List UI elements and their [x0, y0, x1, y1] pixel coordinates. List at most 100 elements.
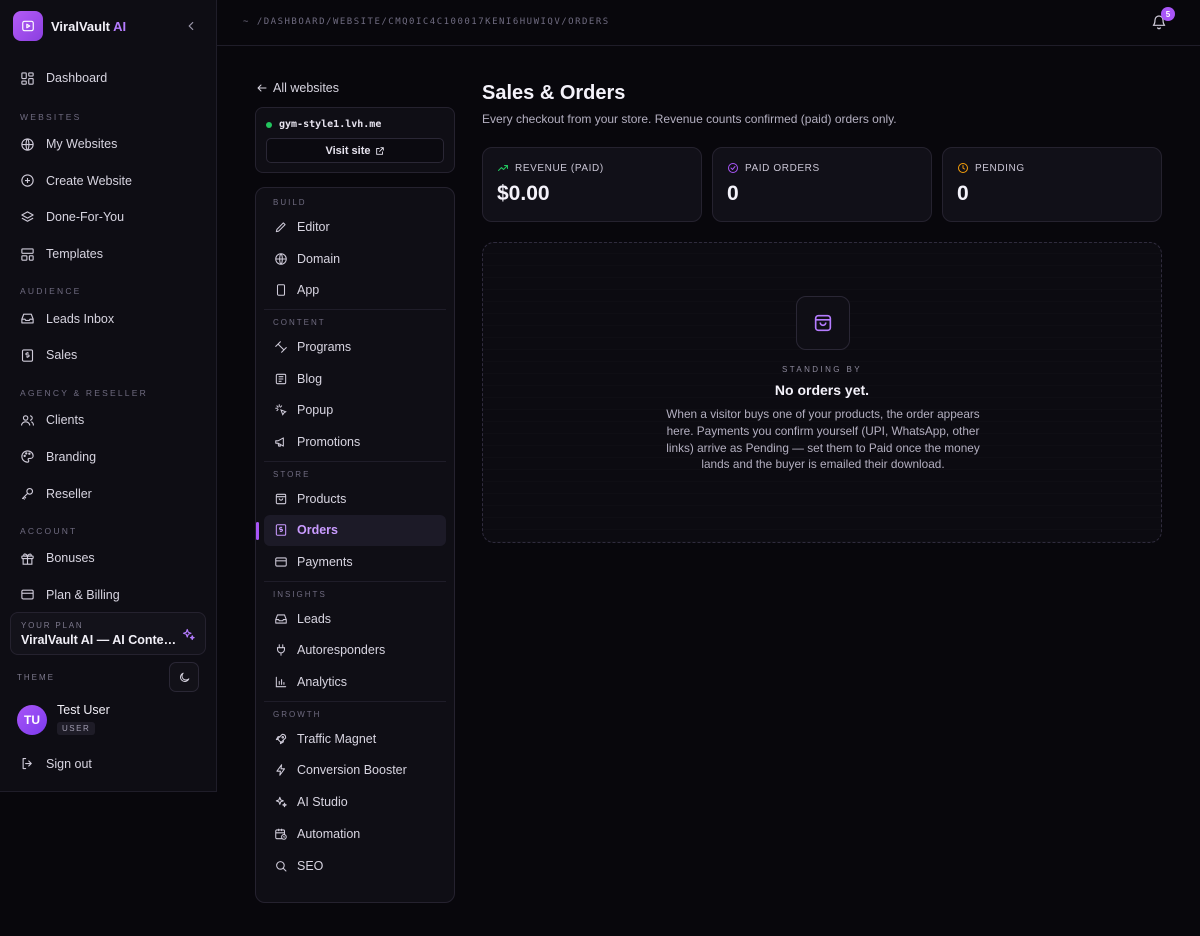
menu-divider	[264, 700, 446, 702]
stat-header: REVENUE (PAID)	[497, 162, 604, 174]
site-card: gym-style1.lvh.me Visit site	[255, 107, 455, 173]
page-subtitle: Every checkout from your store. Revenue …	[482, 112, 897, 126]
menu-item-ai-studio[interactable]: AI Studio	[264, 786, 446, 818]
chevron-left-icon[interactable]	[184, 19, 198, 33]
menu-item-automation[interactable]: Automation	[264, 818, 446, 850]
sidebar-item-reseller[interactable]: Reseller	[0, 475, 216, 512]
menu-item-label: Analytics	[297, 675, 348, 690]
sidebar-item-sales[interactable]: Sales	[0, 337, 216, 374]
sidebar-item-label: My Websites	[46, 137, 118, 152]
sidebar-item-dashboard[interactable]: Dashboard	[0, 60, 216, 97]
palette-icon	[21, 450, 34, 464]
menu-divider	[264, 309, 446, 311]
sign-out-button[interactable]: Sign out	[20, 756, 92, 771]
notification-count-badge: 5	[1161, 7, 1175, 21]
sidebar-item-bonuses[interactable]: Bonuses	[0, 540, 216, 577]
menu-item-products[interactable]: Products	[264, 483, 446, 515]
menu-item-label: Editor	[297, 219, 330, 234]
menu-item-label: Leads	[297, 611, 332, 626]
back-to-websites-link[interactable]: All websites	[256, 81, 339, 95]
sidebar-item-leads-inbox[interactable]: Leads Inbox	[0, 300, 216, 337]
sidebar-item-create-website[interactable]: Create Website	[0, 162, 216, 199]
menu-item-label: Conversion Booster	[297, 763, 407, 778]
menu-item-blog[interactable]: Blog	[264, 363, 446, 395]
layers-icon	[21, 211, 34, 222]
template-icon	[21, 247, 34, 261]
menu-item-label: Automation	[297, 826, 361, 841]
menu-item-editor[interactable]: Editor	[264, 211, 446, 243]
sidebar-item-label: Branding	[46, 449, 97, 464]
menu-item-seo[interactable]: SEO	[264, 850, 446, 882]
menu-section-store: STORE	[273, 469, 311, 479]
menu-item-conversion-booster[interactable]: Conversion Booster	[264, 755, 446, 787]
page-title: Sales & Orders	[482, 82, 626, 104]
sidebar-item-branding[interactable]: Branding	[0, 439, 216, 476]
sparkles-icon	[182, 628, 195, 641]
sidebar-item-label: Sales	[46, 348, 78, 363]
smartphone-icon	[276, 284, 286, 296]
menu-item-label: AI Studio	[297, 795, 348, 810]
visit-site-button[interactable]: Visit site	[266, 138, 444, 163]
rocket-icon	[275, 733, 287, 744]
key-icon	[21, 487, 34, 500]
theme-toggle-button[interactable]	[169, 662, 199, 692]
menu-divider	[264, 460, 446, 462]
menu-item-analytics[interactable]: Analytics	[264, 666, 446, 698]
receipt-dollar-icon	[21, 349, 34, 362]
receipt-dollar-icon	[275, 524, 287, 537]
empty-state-kicker: STANDING BY	[781, 365, 863, 374]
stat-label: PAID ORDERS	[745, 162, 820, 174]
menu-item-label: Products	[297, 491, 347, 506]
menu-item-label: Payments	[297, 555, 353, 570]
sidebar-item-my-websites[interactable]: My Websites	[0, 126, 216, 163]
avatar[interactable]: TU	[17, 705, 47, 735]
menu-item-popup[interactable]: Popup	[264, 394, 446, 426]
sidebar-item-templates[interactable]: Templates	[0, 236, 216, 273]
users-icon	[21, 414, 34, 426]
menu-section-growth: GROWTH	[273, 709, 322, 719]
external-link-icon	[375, 146, 384, 155]
menu-item-label: Autoresponders	[297, 643, 386, 658]
sidebar-item-label: Templates	[46, 247, 103, 262]
menu-item-programs[interactable]: Programs	[264, 331, 446, 363]
plan-name: ViralVault AI — AI Content Suite	[21, 633, 179, 647]
menu-item-label: Traffic Magnet	[297, 731, 377, 746]
sidebar-item-done-for-you[interactable]: Done-For-You	[0, 199, 216, 236]
menu-item-app[interactable]: App	[264, 274, 446, 306]
sidebar-item-clients[interactable]: Clients	[0, 402, 216, 439]
menu-item-label: Domain	[297, 251, 341, 266]
stat-label: PENDING	[975, 162, 1025, 174]
sidebar-item-label: Plan & Billing	[46, 587, 120, 602]
back-link-label: All websites	[273, 81, 339, 95]
arrow-left-icon	[257, 84, 267, 92]
menu-item-traffic-magnet[interactable]: Traffic Magnet	[264, 723, 446, 755]
sidebar-item-label: Dashboard	[46, 71, 108, 86]
globe-icon	[275, 252, 287, 265]
newspaper-icon	[275, 373, 287, 384]
bar-chart-icon	[275, 676, 287, 688]
megaphone-icon	[275, 437, 284, 447]
menu-section-insights: INSIGHTS	[273, 589, 327, 599]
menu-item-orders[interactable]: Orders	[256, 514, 446, 547]
plan-card[interactable]: YOUR PLAN ViralVault AI — AI Content Sui…	[10, 612, 206, 655]
menu-item-autoresponders[interactable]: Autoresponders	[264, 635, 446, 667]
menu-item-payments[interactable]: Payments	[264, 546, 446, 578]
menu-item-leads[interactable]: Leads	[264, 603, 446, 635]
brand[interactable]: ViralVault AI	[13, 11, 126, 41]
stat-value: 0	[727, 182, 739, 205]
website-menu: BUILD Editor Domain App CONTENT Programs…	[255, 187, 455, 903]
sparkle-click-icon	[275, 404, 287, 417]
brand-logo-icon	[13, 11, 43, 41]
breadcrumb: ~ /DASHBOARD/WEBSITE/CMQ0IC4C100017KENI6…	[243, 17, 610, 27]
menu-item-promotions[interactable]: Promotions	[264, 426, 446, 458]
user-name: Test User	[57, 703, 110, 717]
sidebar-nav: Dashboard WEBSITES My Websites Create We…	[0, 60, 216, 606]
logout-icon	[22, 757, 32, 770]
shopping-bag-icon	[275, 493, 287, 504]
user-role-badge: USER	[57, 722, 96, 735]
menu-section-content: CONTENT	[273, 318, 326, 328]
menu-item-domain[interactable]: Domain	[264, 243, 446, 275]
sidebar-item-plan-billing[interactable]: Plan & Billing	[0, 577, 216, 606]
theme-label: THEME	[17, 673, 55, 682]
check-circle-icon	[728, 163, 738, 173]
